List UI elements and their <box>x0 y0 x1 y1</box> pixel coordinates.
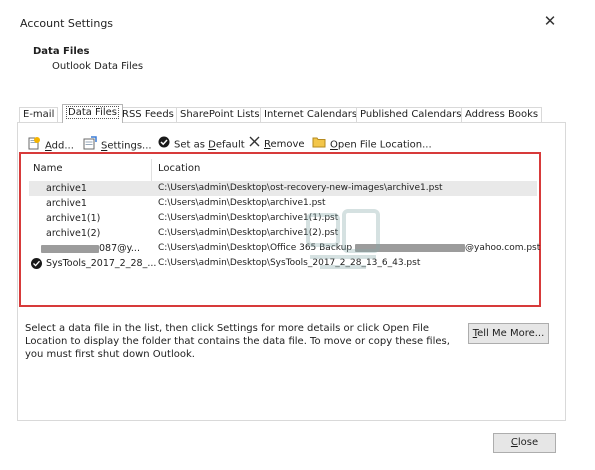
help-text: Select a data file in the list, then cli… <box>25 323 450 360</box>
table-row[interactable]: archive1 C:\Users\admin\Desktop\ost-reco… <box>29 181 537 196</box>
tab-sharepoint-lists[interactable]: SharePoint Lists <box>176 107 264 122</box>
table-row[interactable]: archive1 C:\Users\admin\Desktop\archive1… <box>29 196 537 211</box>
tab-published-calendars[interactable]: Published Calendars <box>356 107 466 122</box>
tab-internet-calendars[interactable]: Internet Calendars <box>260 107 362 122</box>
close-label: lose <box>517 437 539 448</box>
tell-me-more-button[interactable]: Tell Me More... <box>468 323 549 344</box>
section-header: Data Files Outlook Data Files <box>33 46 143 72</box>
section-subtitle: Outlook Data Files <box>52 61 144 72</box>
tell-me-label: ell Me More... <box>477 328 545 339</box>
column-header-name[interactable]: Name <box>33 163 63 174</box>
tab-email[interactable]: E-mail <box>19 107 59 122</box>
section-title: Data Files <box>33 46 90 57</box>
tab-label: Published Calendars <box>360 109 462 120</box>
row-location: C:\Users\admin\Desktop\ost-recovery-new-… <box>158 183 443 193</box>
add-button[interactable]: Add... <box>27 136 74 152</box>
set-default-label-post: efault <box>215 139 245 151</box>
row-name: SysTools_2017_2_28_... <box>46 258 157 269</box>
folder-icon <box>312 136 326 153</box>
add-label-key: A <box>45 140 52 152</box>
row-name: archive1 <box>46 183 87 194</box>
tab-rss-feeds[interactable]: RSS Feeds <box>118 107 178 122</box>
row-location-suffix: @yahoo.com.pst <box>465 243 541 253</box>
tab-label: RSS Feeds <box>122 109 174 120</box>
checkmark-circle-icon <box>158 136 170 153</box>
row-name: 087@y... <box>41 241 140 256</box>
remove-button[interactable]: Remove <box>249 136 305 152</box>
settings-label-post: ettings... <box>107 140 152 152</box>
row-name: archive1 <box>46 198 87 209</box>
default-check-icon <box>31 258 42 269</box>
row-name-visible: 087@y... <box>99 243 140 254</box>
row-name: archive1(1) <box>46 213 101 224</box>
set-default-label-pre: Set as <box>174 139 209 151</box>
add-label-post: dd... <box>51 140 74 152</box>
set-as-default-button[interactable]: Set as Default <box>158 136 245 152</box>
tab-label: Data Files <box>66 106 119 119</box>
tab-label: Internet Calendars <box>264 109 358 120</box>
tab-data-files[interactable]: Data Files <box>62 104 123 123</box>
open-location-label-post: pen File Location... <box>337 139 432 151</box>
column-header-location[interactable]: Location <box>158 163 200 174</box>
close-key: C <box>510 437 518 448</box>
data-files-list[interactable]: Name Location archive1 C:\Users\admin\De… <box>29 159 541 298</box>
account-settings-dialog: Account Settings ✕ Data Files Outlook Da… <box>0 0 595 470</box>
table-row[interactable]: SysTools_2017_2_28_... C:\Users\admin\De… <box>29 256 537 271</box>
tab-address-books[interactable]: Address Books <box>461 107 543 122</box>
table-row[interactable]: archive1(2) C:\Users\admin\Desktop\archi… <box>29 226 537 241</box>
open-location-label-key: O <box>330 139 338 151</box>
close-window-icon[interactable]: ✕ <box>541 12 559 30</box>
table-row[interactable]: archive1(1) C:\Users\admin\Desktop\archi… <box>29 211 537 226</box>
close-button[interactable]: Close <box>493 433 556 453</box>
open-file-location-button[interactable]: Open File Location... <box>312 136 432 152</box>
settings-button[interactable]: Settings... <box>83 136 152 152</box>
tab-label: Address Books <box>465 109 539 120</box>
watermark-logo <box>306 209 380 269</box>
column-divider[interactable] <box>151 159 152 181</box>
set-default-label-key: D <box>208 139 216 151</box>
table-row[interactable]: 087@y... C:\Users\admin\Desktop\Office 3… <box>29 241 541 256</box>
tab-label: E-mail <box>23 109 55 120</box>
row-name: archive1(2) <box>46 228 101 239</box>
tab-label: SharePoint Lists <box>180 109 260 120</box>
remove-x-icon <box>249 136 260 152</box>
window-title: Account Settings <box>20 17 114 30</box>
redaction-bar <box>41 244 99 253</box>
remove-label-post: emove <box>270 139 305 150</box>
